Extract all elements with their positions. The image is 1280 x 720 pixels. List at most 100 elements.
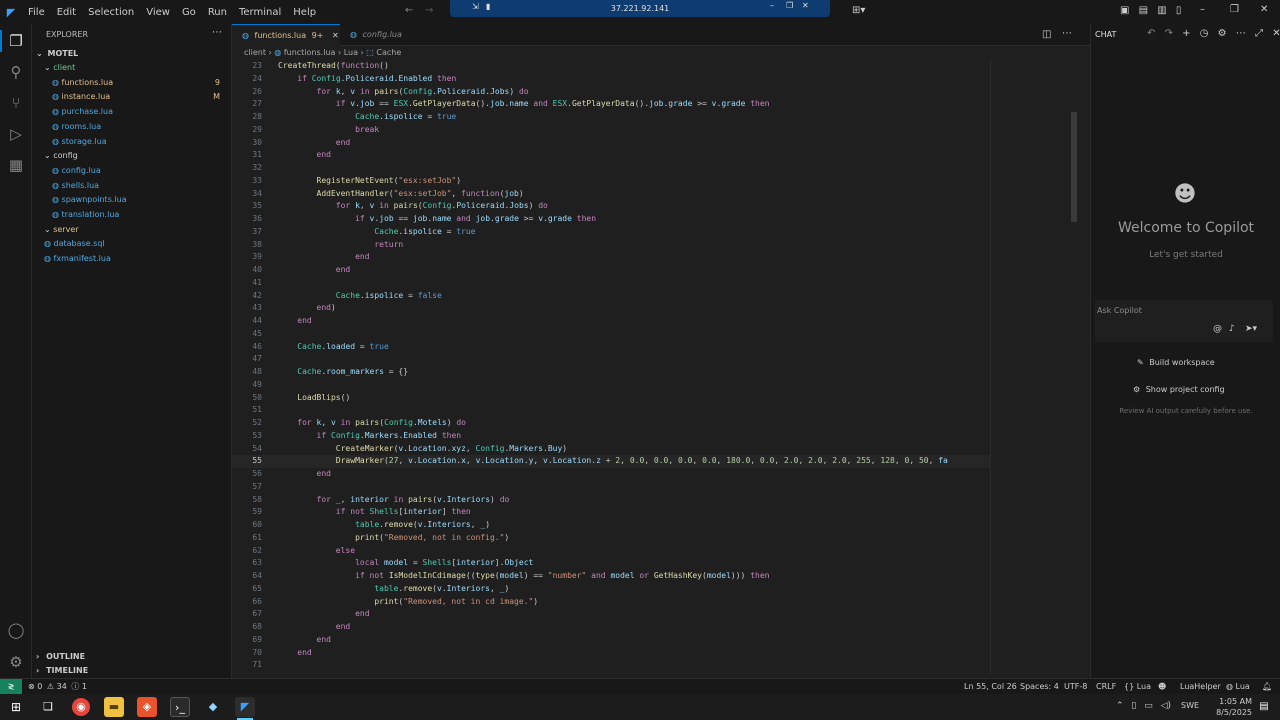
breadcrumb-file[interactable]: functions.lua <box>284 48 336 57</box>
code-line[interactable]: 34 AddEventHandler("esx:setJob", functio… <box>232 188 990 201</box>
code-line[interactable]: 45 <box>232 328 990 341</box>
code-line[interactable]: 63 local model = Shells[interior].Object <box>232 557 990 570</box>
code-line[interactable]: 32 <box>232 162 990 175</box>
code-line[interactable]: 33 RegisterNetEvent("esx:setJob") <box>232 175 990 188</box>
file-item[interactable]: ◍ spawnpoints.lua <box>32 193 232 207</box>
maximize-icon[interactable]: ⤢ <box>1255 28 1263 39</box>
code-line[interactable]: 30 end <box>232 137 990 150</box>
copilot-status-icon[interactable]: ☻ <box>1158 679 1166 695</box>
file-item[interactable]: ◍ translation.lua <box>32 208 232 222</box>
extension-status[interactable]: LuaHelper <box>1180 679 1221 695</box>
code-line[interactable]: 64 if not IsModelInCdimage((type(model) … <box>232 570 990 583</box>
code-line[interactable]: 24 if Config.Policeraid.Enabled then <box>232 73 990 86</box>
notification-center-icon[interactable]: ▤ <box>1254 697 1274 717</box>
code-line[interactable]: 48 Cache.room_markers = {} <box>232 366 990 379</box>
undo-icon[interactable]: ↶ <box>1147 28 1155 39</box>
code-line[interactable]: 65 table.remove(v.Interiors, _) <box>232 583 990 596</box>
code-line[interactable]: 69 end <box>232 634 990 647</box>
code-line[interactable]: 46 Cache.loaded = true <box>232 341 990 354</box>
code-line[interactable]: 47 <box>232 353 990 366</box>
windows-start-icon[interactable]: ⊞ <box>6 697 26 717</box>
search-icon[interactable]: ⚲ <box>6 62 26 82</box>
remote-connection-bar[interactable]: ⇲ ▮ 37.221.92.141 – ❐ ✕ <box>450 0 830 17</box>
breadcrumb-folder[interactable]: client <box>244 48 266 57</box>
menu-help[interactable]: Help <box>287 7 322 18</box>
code-line[interactable]: 36 if v.job == job.name and job.grade >=… <box>232 213 990 226</box>
explorer-icon[interactable]: ❐ <box>6 31 26 51</box>
code-line[interactable]: 27 if v.job == ESX.GetPlayerData().job.n… <box>232 98 990 111</box>
file-explorer-icon[interactable]: ▬ <box>104 697 124 717</box>
folder-item[interactable]: ⌄ client <box>32 61 232 75</box>
editor-more-icon[interactable]: ⋯ <box>1062 28 1072 39</box>
vscode-icon[interactable]: ◤ <box>235 697 255 717</box>
remote-desktop-icon[interactable]: ◆ <box>203 697 223 717</box>
code-line[interactable]: 23 CreateThread(function() <box>232 60 990 73</box>
code-line[interactable]: 70 end <box>232 647 990 660</box>
file-item[interactable]: ◍ storage.lua <box>32 135 232 149</box>
code-line[interactable]: 44 end <box>232 315 990 328</box>
menu-view[interactable]: View <box>140 7 176 18</box>
code-line[interactable]: 51 <box>232 404 990 417</box>
usb-icon[interactable]: ▯ <box>1131 701 1136 711</box>
split-editor-icon[interactable]: ◫ <box>1042 29 1051 40</box>
minimap[interactable] <box>990 60 1090 674</box>
code-line[interactable]: 37 Cache.ispolice = true <box>232 226 990 239</box>
code-line[interactable]: 68 end <box>232 621 990 634</box>
file-item[interactable]: ◍ shells.lua <box>32 179 232 193</box>
remote-indicator-icon[interactable]: ≷ <box>0 679 22 695</box>
code-line[interactable]: 58 for _, interior in pairs(v.Interiors)… <box>232 494 990 507</box>
file-item[interactable]: ◍ fxmanifest.lua <box>32 252 232 266</box>
network-icon[interactable]: ▭ <box>1144 701 1153 711</box>
settings-gear-icon[interactable]: ⚙ <box>6 652 26 672</box>
close-icon[interactable]: ✕ <box>332 31 339 40</box>
chrome-icon[interactable]: ◉ <box>72 698 90 716</box>
input-language[interactable]: SWE <box>1181 701 1199 710</box>
layout-aux-icon[interactable]: ▯ <box>1176 5 1182 16</box>
code-line[interactable]: 56 end <box>232 468 990 481</box>
code-line[interactable]: 52 for k, v in pairs(Config.Motels) do <box>232 417 990 430</box>
breadcrumb-lang[interactable]: Lua <box>344 48 358 57</box>
menu-selection[interactable]: Selection <box>82 7 140 18</box>
code-editor[interactable]: 23 CreateThread(function() 24 if Config.Po… <box>232 60 990 674</box>
show-project-config-button[interactable]: ⚙ Show project config <box>1133 382 1225 398</box>
code-line[interactable]: 66 print("Removed, not in cd image.") <box>232 596 990 609</box>
task-view-icon[interactable]: ❏ <box>38 697 58 717</box>
chevron-up-icon[interactable]: ⌃ <box>1116 701 1124 711</box>
chat-close-icon[interactable]: ✕ <box>1272 28 1280 39</box>
code-line[interactable]: 61 print("Removed, not in config.") <box>232 532 990 545</box>
workspace-root[interactable]: ⌄ MOTEL <box>32 47 232 61</box>
timeline-section[interactable]: › TIMELINE <box>32 664 232 678</box>
code-line[interactable]: 53 if Config.Markers.Enabled then <box>232 430 990 443</box>
code-line[interactable]: 59 if not Shells[interior] then <box>232 506 990 519</box>
tab-config-lua[interactable]: ◍ config.lua <box>340 24 430 46</box>
pin-icon[interactable]: ⇲ <box>472 2 479 11</box>
window-restore-icon[interactable]: ❐ <box>1230 4 1239 15</box>
copilot-menu-icon[interactable]: ⊞▾ <box>852 5 865 16</box>
forward-arrow-icon[interactable]: → <box>425 5 433 16</box>
minimize-remote-icon[interactable]: – <box>770 1 774 10</box>
menu-edit[interactable]: Edit <box>51 7 82 18</box>
volume-icon[interactable]: ◁) <box>1161 701 1171 711</box>
file-item[interactable]: ◍ rooms.lua <box>32 120 232 134</box>
code-line[interactable]: 39 end <box>232 251 990 264</box>
code-line[interactable]: 60 table.remove(v.Interiors, _) <box>232 519 990 532</box>
layout-sidebar-icon[interactable]: ▣ <box>1120 5 1129 16</box>
history-icon[interactable]: ◷ <box>1200 28 1209 39</box>
clock[interactable]: 1:05 AM 8/5/2025 <box>1200 696 1252 718</box>
file-item[interactable]: ◍ config.lua <box>32 164 232 178</box>
extensions-icon[interactable]: ▦ <box>6 155 26 175</box>
file-item[interactable]: ◍ purchase.lua <box>32 105 232 119</box>
language-braces[interactable]: {} Lua <box>1124 679 1151 695</box>
indentation[interactable]: Spaces: 4 <box>1020 679 1059 695</box>
encoding[interactable]: UTF-8 <box>1064 679 1087 695</box>
tab-functions-lua[interactable]: ◍ functions.lua 9+ ✕ <box>232 24 340 46</box>
outline-section[interactable]: › OUTLINE <box>32 650 232 664</box>
menu-go[interactable]: Go <box>176 7 202 18</box>
source-control-icon[interactable]: ⑂ <box>6 93 26 113</box>
breadcrumb-symbol[interactable]: Cache <box>376 48 401 57</box>
code-line[interactable]: 26 for k, v in pairs(Config.Policeraid.J… <box>232 86 990 99</box>
run-debug-icon[interactable]: ▷ <box>6 124 26 144</box>
window-close-icon[interactable]: ✕ <box>1260 4 1268 15</box>
code-line[interactable]: 29 break <box>232 124 990 137</box>
folder-item[interactable]: ⌄ config <box>32 149 232 163</box>
